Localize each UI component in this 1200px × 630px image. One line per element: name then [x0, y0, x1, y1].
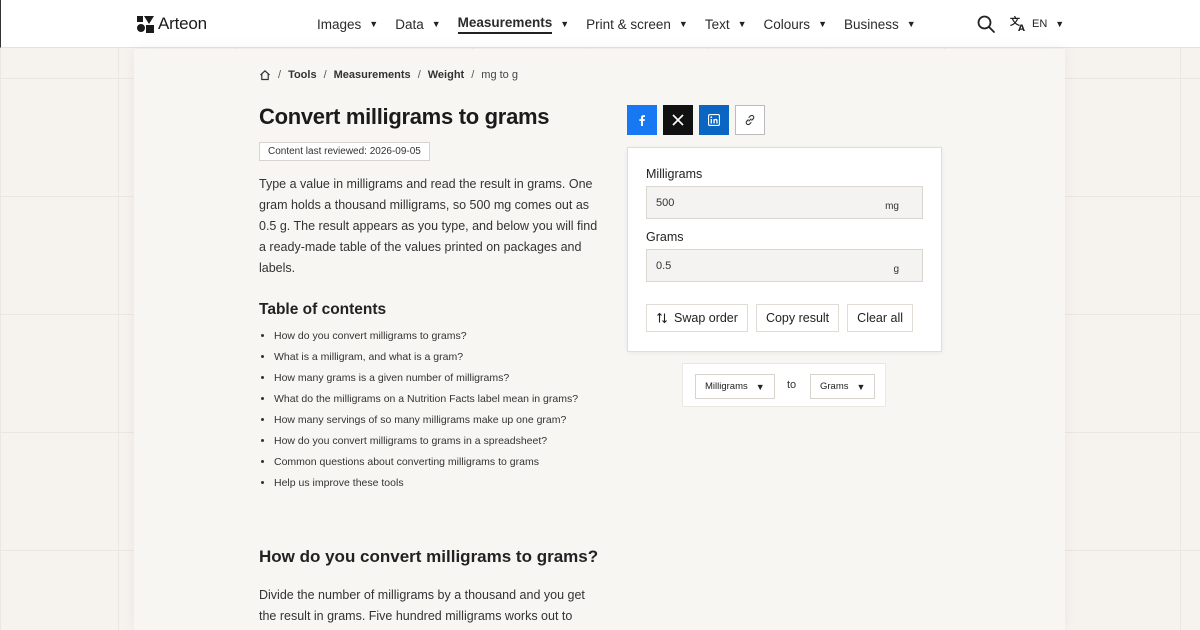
- page-title: Convert milligrams to grams: [259, 104, 550, 129]
- nav-item-images[interactable]: Images ▼: [317, 0, 378, 48]
- breadcrumb-separator: /: [471, 69, 475, 81]
- milligrams-label: Milligrams: [646, 167, 703, 181]
- to-label: to: [787, 379, 797, 391]
- nav-label: Images: [317, 16, 362, 32]
- section-heading: How do you convert milligrams to grams?: [259, 547, 599, 566]
- toc-link[interactable]: How many grams is a given number of mill…: [274, 372, 509, 384]
- grams-input[interactable]: [647, 250, 877, 281]
- toc-item: How many grams is a given number of mill…: [274, 370, 578, 391]
- nav-item-colours[interactable]: Colours ▼: [764, 0, 827, 48]
- intro-paragraph: Type a value in milligrams and read the …: [259, 177, 598, 275]
- translate-icon: 文 A: [1010, 15, 1025, 32]
- toc-title: Table of contents: [259, 301, 387, 318]
- search-button[interactable]: [976, 14, 996, 34]
- nav-label: Measurements: [457, 15, 553, 34]
- language-selector[interactable]: 文 A EN ▼: [1010, 15, 1064, 32]
- brand-logo[interactable]: Arteon: [137, 14, 207, 34]
- language-code: EN: [1032, 17, 1048, 30]
- swap-icon: [657, 312, 667, 324]
- nav-label: Business: [843, 16, 899, 32]
- grams-field: g: [646, 249, 923, 282]
- toc-link[interactable]: How do you convert milligrams to grams i…: [274, 435, 547, 447]
- swap-order-label: Swap order: [674, 311, 738, 325]
- chevron-down-icon: ▼: [755, 381, 765, 392]
- grams-unit: g: [893, 264, 899, 275]
- chevron-down-icon: ▼: [906, 19, 916, 29]
- nav-label: Text: [704, 16, 730, 32]
- breadcrumb: / Tools / Measurements / Weight / mg to …: [259, 69, 518, 81]
- arteon-logo-icon: [137, 15, 154, 33]
- converter-card: Milligrams mg Grams g Swap order Copy re…: [627, 147, 942, 352]
- brand-name: Arteon: [158, 14, 207, 33]
- breadcrumb-weight[interactable]: Weight: [428, 69, 464, 81]
- toc-link[interactable]: What do the milligrams on a Nutrition Fa…: [274, 393, 578, 405]
- toc-link[interactable]: How many servings of so many milligrams …: [274, 414, 566, 426]
- toc-item: Help us improve these tools: [274, 475, 578, 496]
- toc-link[interactable]: Help us improve these tools: [274, 477, 404, 489]
- toc-link[interactable]: What is a milligram, and what is a gram?: [274, 351, 463, 363]
- milligrams-field: mg: [646, 186, 923, 219]
- milligrams-unit: mg: [885, 201, 899, 212]
- milligrams-input[interactable]: [647, 187, 877, 218]
- breadcrumb-separator: /: [417, 69, 421, 81]
- chevron-down-icon: ▼: [560, 19, 570, 29]
- share-facebook-button[interactable]: [627, 105, 657, 135]
- toc-item: What do the milligrams on a Nutrition Fa…: [274, 391, 578, 412]
- breadcrumb-tools[interactable]: Tools: [288, 69, 317, 81]
- table-of-contents: How do you convert milligrams to grams? …: [274, 328, 578, 496]
- converter-actions: Swap order Copy result Clear all: [646, 304, 914, 332]
- toc-link[interactable]: Common questions about converting millig…: [274, 456, 539, 468]
- copy-result-button[interactable]: Copy result: [755, 304, 840, 332]
- grams-label: Grams: [646, 230, 684, 244]
- chevron-down-icon: ▼: [431, 19, 441, 29]
- nav-label: Data: [395, 16, 424, 32]
- chevron-down-icon: ▼: [369, 19, 379, 29]
- nav-item-measurements[interactable]: Measurements ▼: [457, 0, 570, 48]
- from-unit-value: Milligrams: [705, 381, 748, 392]
- toc-item: What is a milligram, and what is a gram?: [274, 349, 578, 370]
- copy-link-button[interactable]: [735, 105, 765, 135]
- main-nav: Images ▼ Data ▼ Measurements ▼ Print & scre…: [317, 0, 933, 48]
- breadcrumb-separator: /: [323, 69, 327, 81]
- toc-item: How do you convert milligrams to grams i…: [274, 433, 578, 454]
- svg-text:A: A: [1018, 24, 1025, 32]
- nav-item-data[interactable]: Data ▼: [395, 0, 440, 48]
- toc-item: How many servings of so many milligrams …: [274, 412, 578, 433]
- share-x-button[interactable]: [663, 105, 693, 135]
- linkedin-icon: [708, 114, 720, 126]
- clear-all-button[interactable]: Clear all: [847, 304, 914, 332]
- chevron-down-icon: ▼: [678, 19, 688, 29]
- link-icon: [745, 114, 755, 126]
- unit-selector-row: Milligrams ▼ to Grams ▼: [682, 363, 886, 407]
- main-content: / Tools / Measurements / Weight / mg to …: [134, 49, 1065, 630]
- top-navigation-bar: Arteon Images ▼ Data ▼ Measurements ▼ Print…: [0, 0, 1200, 48]
- chevron-down-icon: ▼: [856, 381, 866, 392]
- share-buttons: [627, 105, 765, 135]
- from-unit-select[interactable]: Milligrams ▼: [695, 374, 775, 399]
- home-icon[interactable]: [259, 69, 271, 81]
- nav-label: Print & screen: [586, 16, 671, 32]
- breadcrumb-separator: /: [278, 69, 282, 81]
- reviewed-badge: Content last reviewed: 2026-09-05: [259, 142, 430, 161]
- toc-item: Common questions about converting millig…: [274, 454, 578, 475]
- breadcrumb-current: mg to g: [481, 69, 518, 81]
- search-icon: [977, 15, 995, 33]
- to-unit-select[interactable]: Grams ▼: [810, 374, 876, 399]
- nav-item-print-screen[interactable]: Print & screen ▼: [586, 0, 688, 48]
- toc-link[interactable]: How do you convert milligrams to grams?: [274, 330, 467, 342]
- swap-order-button[interactable]: Swap order: [646, 304, 748, 332]
- nav-label: Colours: [763, 16, 811, 32]
- chevron-down-icon: ▼: [818, 19, 827, 29]
- to-unit-value: Grams: [820, 381, 849, 392]
- chevron-down-icon: ▼: [1055, 18, 1065, 29]
- chevron-down-icon: ▼: [737, 19, 747, 29]
- toc-item: How do you convert milligrams to grams?: [274, 328, 578, 349]
- nav-item-text[interactable]: Text ▼: [705, 0, 747, 48]
- x-icon: [672, 114, 684, 126]
- facebook-icon: [639, 115, 645, 126]
- section-paragraph: Divide the number of milligrams by a tho…: [259, 588, 585, 623]
- nav-item-business[interactable]: Business ▼: [844, 0, 916, 48]
- breadcrumb-measurements[interactable]: Measurements: [334, 69, 411, 81]
- share-linkedin-button[interactable]: [699, 105, 729, 135]
